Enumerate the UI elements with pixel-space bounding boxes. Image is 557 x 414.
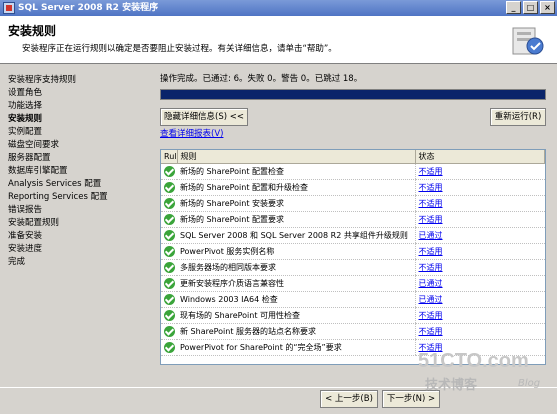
table-row[interactable]: 多服务器场的相同版本要求 不适用 <box>161 259 545 276</box>
table-row[interactable]: SQL Server 2008 和 SQL Server 2008 R2 共享组… <box>161 227 545 244</box>
column-header-rul[interactable]: Rul <box>161 150 178 164</box>
rule-status-link[interactable]: 不适用 <box>414 195 545 212</box>
column-header-rule[interactable]: 规则 <box>177 150 416 164</box>
table-row[interactable]: 新场的 SharePoint 安装要求 不适用 <box>161 195 545 212</box>
main-panel: 操作完成。已通过: 6。失败 0。警告 0。已跳过 18。 隐藏详细信息(S) … <box>157 65 557 385</box>
rule-status-link[interactable]: 不适用 <box>414 211 545 228</box>
check-icon <box>164 261 175 273</box>
view-report-link[interactable]: 查看详细报表(V) <box>160 127 223 139</box>
table-row[interactable]: Windows 2003 IA64 检查 已通过 <box>161 291 545 308</box>
watermark-site: 51CTO.com <box>418 350 529 372</box>
rule-name: 多服务器场的相同版本要求 <box>177 259 415 276</box>
window-controls: _ □ × <box>506 1 555 14</box>
rule-status-link[interactable]: 不适用 <box>414 259 545 276</box>
check-icon <box>164 325 175 337</box>
check-icon <box>164 229 175 241</box>
setup-logo-icon <box>512 27 544 55</box>
rule-name: 更新安装程序介质语言兼容性 <box>177 275 415 292</box>
rule-status-link[interactable]: 不适用 <box>414 163 545 180</box>
check-icon <box>164 197 175 209</box>
nav-item-active[interactable]: 安装规则 <box>8 112 42 124</box>
nav-item[interactable]: 磁盘空间要求 <box>8 138 59 150</box>
rule-status-link[interactable]: 已通过 <box>414 227 545 244</box>
nav-item[interactable]: 错误报告 <box>8 203 42 215</box>
watermark-blog: Blog <box>518 378 541 389</box>
nav-item[interactable]: 设置角色 <box>8 86 42 98</box>
window-title: SQL Server 2008 R2 安装程序 <box>18 3 159 13</box>
back-button[interactable]: < 上一步(B) <box>320 390 378 408</box>
status-text: 操作完成。已通过: 6。失败 0。警告 0。已跳过 18。 <box>160 74 363 84</box>
check-icon <box>164 181 175 193</box>
check-icon <box>164 309 175 321</box>
close-button[interactable]: × <box>540 1 555 14</box>
progress-bar <box>160 89 546 100</box>
watermark-sub: 技术博客 <box>425 378 478 393</box>
rule-name: 现有场的 SharePoint 可用性检查 <box>177 307 415 324</box>
nav-item[interactable]: 安装程序支持规则 <box>8 73 76 85</box>
maximize-button[interactable]: □ <box>523 1 538 14</box>
rules-grid[interactable]: Rul 规则 状态 新场的 SharePoint 配置检查 不适用 新场的 Sha… <box>160 149 546 365</box>
check-icon <box>164 341 175 353</box>
rule-name: 新场的 SharePoint 安装要求 <box>177 195 415 212</box>
column-header-status[interactable]: 状态 <box>415 150 545 164</box>
check-icon <box>164 213 175 225</box>
nav-item[interactable]: 数据库引擎配置 <box>8 164 68 176</box>
nav-item[interactable]: 功能选择 <box>8 99 42 111</box>
nav-item[interactable]: 服务器配置 <box>8 151 51 163</box>
nav-item[interactable]: Analysis Services 配置 <box>8 177 101 189</box>
rule-status-link[interactable]: 不适用 <box>414 243 545 260</box>
rule-name: 新场的 SharePoint 配置要求 <box>177 211 415 228</box>
rule-name: 新场的 SharePoint 配置和升级检查 <box>177 179 415 196</box>
check-icon <box>164 277 175 289</box>
page-header: 安装规则 安装程序正在运行规则以确定是否要阻止安装过程。有关详细信息，请单击“帮… <box>0 16 557 64</box>
app-icon <box>3 2 15 14</box>
rule-name: SQL Server 2008 和 SQL Server 2008 R2 共享组… <box>177 227 415 244</box>
table-row[interactable]: 新场的 SharePoint 配置检查 不适用 <box>161 163 545 180</box>
minimize-button[interactable]: _ <box>506 1 521 14</box>
rule-name: PowerPivot for SharePoint 的“完全场”要求 <box>177 339 415 356</box>
nav-item[interactable]: 安装进度 <box>8 242 42 254</box>
table-row[interactable]: PowerPivot 服务实例名称 不适用 <box>161 243 545 260</box>
table-row[interactable]: 更新安装程序介质语言兼容性 已通过 <box>161 275 545 292</box>
nav-item[interactable]: Reporting Services 配置 <box>8 190 108 202</box>
nav-item[interactable]: 实例配置 <box>8 125 42 137</box>
title-bar: SQL Server 2008 R2 安装程序 _ □ × <box>0 0 557 16</box>
nav-item[interactable]: 安装配置规则 <box>8 216 59 228</box>
rule-status-link[interactable]: 已通过 <box>414 291 545 308</box>
nav-item[interactable]: 完成 <box>8 255 25 267</box>
rule-status-link[interactable]: 已通过 <box>414 275 545 292</box>
check-icon <box>164 165 175 177</box>
page-description: 安装程序正在运行规则以确定是否要阻止安装过程。有关详细信息，请单击“帮助”。 <box>22 44 337 54</box>
step-navigation: 安装程序支持规则 设置角色 功能选择 安装规则 实例配置 磁盘空间要求 服务器配… <box>0 65 152 385</box>
rule-name: Windows 2003 IA64 检查 <box>177 291 415 308</box>
rerun-button[interactable]: 重新运行(R) <box>490 108 546 126</box>
rule-name: 新 SharePoint 服务器的站点名称要求 <box>177 323 415 340</box>
rule-status-link[interactable]: 不适用 <box>414 307 545 324</box>
hide-details-button[interactable]: 隐藏详细信息(S) << <box>160 108 248 126</box>
nav-item[interactable]: 准备安装 <box>8 229 42 241</box>
rule-name: 新场的 SharePoint 配置检查 <box>177 163 415 180</box>
table-row[interactable]: 新 SharePoint 服务器的站点名称要求 不适用 <box>161 323 545 340</box>
check-icon <box>164 293 175 305</box>
rule-name: PowerPivot 服务实例名称 <box>177 243 415 260</box>
table-row[interactable]: 新场的 SharePoint 配置要求 不适用 <box>161 211 545 228</box>
page-title: 安装规则 <box>8 24 57 38</box>
table-row[interactable]: 新场的 SharePoint 配置和升级检查 不适用 <box>161 179 545 196</box>
check-icon <box>164 245 175 257</box>
rule-status-link[interactable]: 不适用 <box>414 323 545 340</box>
table-row[interactable]: 现有场的 SharePoint 可用性检查 不适用 <box>161 307 545 324</box>
rule-status-link[interactable]: 不适用 <box>414 179 545 196</box>
